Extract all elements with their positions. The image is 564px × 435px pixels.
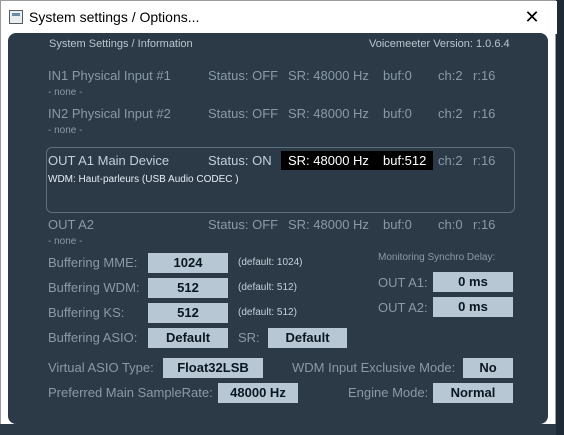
buffering-ks-default: (default: 512) <box>238 307 297 318</box>
buffering-asio-field[interactable]: Default <box>148 328 228 348</box>
out-a1-samplerate: SR: 48000 Hz <box>281 151 376 170</box>
in1-resolution: r:16 <box>473 68 496 83</box>
in1-device: - none - <box>48 87 83 98</box>
buffering-wdm-field[interactable]: 512 <box>148 278 228 298</box>
buffering-ks-label: Buffering KS: <box>48 305 125 320</box>
in2-resolution: r:16 <box>473 106 496 121</box>
buffering-wdm-label: Buffering WDM: <box>48 280 140 295</box>
in1-channels: ch:2 <box>438 68 463 83</box>
engine-mode-label: Engine Mode: <box>348 385 429 400</box>
out-a2-device: - none - <box>48 236 83 247</box>
monitoring-a2-label: OUT A2: <box>378 300 428 315</box>
monitoring-a1-label: OUT A1: <box>378 275 428 290</box>
panel-header-title: System Settings / Information <box>49 38 193 50</box>
out-a2-buffer: buf:0 <box>383 217 412 232</box>
close-button[interactable]: ✕ <box>509 1 555 34</box>
asio-sr-label: SR: <box>238 330 260 345</box>
version-label: Voicemeeter Version: 1.0.6.4 <box>369 38 510 50</box>
samplerate-field[interactable]: 48000 Hz <box>218 383 298 403</box>
out-a1-status: Status: ON <box>208 153 272 168</box>
buffering-asio-label: Buffering ASIO: <box>48 330 138 345</box>
out-a2-name[interactable]: OUT A2 <box>48 217 94 232</box>
monitoring-title: Monitoring Synchro Delay: <box>378 252 496 263</box>
out-a1-buffer: buf:512 <box>376 151 433 170</box>
buffering-mme-label: Buffering MME: <box>48 255 138 270</box>
in2-device: - none - <box>48 125 83 136</box>
out-a2-resolution: r:16 <box>473 217 496 232</box>
window-title: System settings / Options... <box>29 9 200 25</box>
asio-sr-field[interactable]: Default <box>268 328 347 348</box>
in1-name[interactable]: IN1 Physical Input #1 <box>48 68 171 83</box>
samplerate-label: Preferred Main SampleRate: <box>48 385 213 400</box>
in2-status: Status: OFF <box>208 106 279 121</box>
buffering-wdm-default: (default: 512) <box>238 282 297 293</box>
title-bar[interactable]: System settings / Options... ✕ <box>1 1 557 34</box>
in2-name[interactable]: IN2 Physical Input #2 <box>48 106 171 121</box>
out-a1-channels: ch:2 <box>438 153 463 168</box>
out-a2-status: Status: OFF <box>208 217 279 232</box>
in2-buffer: buf:0 <box>383 106 412 121</box>
wdm-exclusive-label: WDM Input Exclusive Mode: <box>292 360 456 375</box>
monitoring-a2-field[interactable]: 0 ms <box>433 297 513 317</box>
panel-bottom-strip <box>0 424 556 435</box>
in2-samplerate: SR: 48000 Hz <box>288 106 369 121</box>
app-window-icon <box>9 10 23 24</box>
out-a1-resolution: r:16 <box>473 153 496 168</box>
out-a1-name[interactable]: OUT A1 Main Device <box>48 153 169 168</box>
out-a2-samplerate: SR: 48000 Hz <box>288 217 369 232</box>
monitoring-a1-field[interactable]: 0 ms <box>433 272 513 292</box>
out-a2-channels: ch:0 <box>438 217 463 232</box>
virtual-asio-field[interactable]: Float32LSB <box>163 358 263 378</box>
buffering-mme-default: (default: 1024) <box>238 257 303 268</box>
buffering-mme-field[interactable]: 1024 <box>148 253 228 273</box>
engine-mode-field[interactable]: Normal <box>433 383 513 403</box>
wdm-exclusive-field[interactable]: No <box>463 358 513 378</box>
virtual-asio-label: Virtual ASIO Type: <box>48 360 154 375</box>
in2-channels: ch:2 <box>438 106 463 121</box>
buffering-ks-field[interactable]: 512 <box>148 303 228 323</box>
in1-buffer: buf:0 <box>383 68 412 83</box>
out-a1-device: WDM: Haut-parleurs (USB Audio CODEC ) <box>48 174 239 185</box>
in1-samplerate: SR: 48000 Hz <box>288 68 369 83</box>
in1-status: Status: OFF <box>208 68 279 83</box>
settings-panel: System Settings / Information Voicemeete… <box>8 33 548 424</box>
